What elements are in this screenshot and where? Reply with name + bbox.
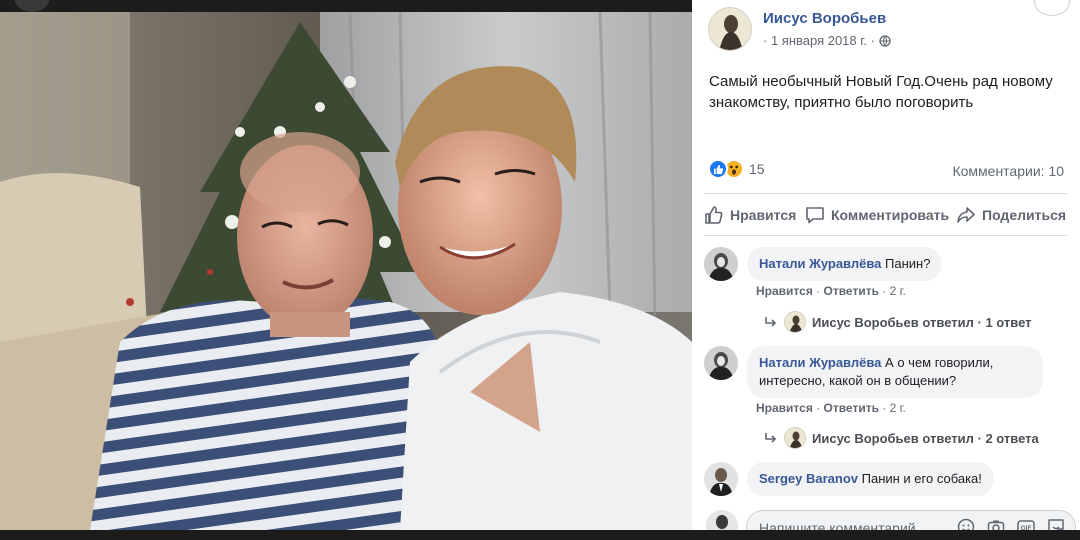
commenter-avatar[interactable] [704,247,738,281]
top-left-avatar-edge [14,0,50,12]
comment-actions: Нравится · Ответить · 2 г. [756,284,906,298]
comment-author-link[interactable]: Натали Журавлёва [759,355,881,370]
comment-reply-link[interactable]: Ответить [824,284,879,298]
comment-button[interactable]: Комментировать [805,205,949,225]
comment-bubble: Натали Журавлёва Панин? [747,247,943,281]
share-button-label: Поделиться [982,207,1067,223]
globe-icon [879,34,891,47]
comment-time[interactable]: 2 г. [890,401,906,415]
post-text: Самый необычный Новый Год.Очень рад ново… [709,73,1053,111]
comment-button-label: Комментировать [831,207,950,223]
view-replies-link[interactable]: Иисус Воробьев ответил · 1 ответ [764,311,1032,333]
reply-count: 2 ответа [985,430,1039,446]
post-meta: · 1 января 2018 г. · [763,33,891,48]
commenter-avatar[interactable] [704,346,738,380]
post-photo[interactable] [0,12,692,530]
replies-summary: Иисус Воробьев ответил · 1 ответ [812,314,1032,330]
post-panel: Иисус Воробьев · 1 января 2018 г. · Самы… [692,0,1080,540]
commenter-avatar[interactable] [704,462,738,496]
view-replies-link[interactable]: Иисус Воробьев ответил · 2 ответа [764,427,1039,449]
author-name-link[interactable]: Иисус Воробьев [763,10,886,27]
comment-bubble: Sergey Baranov Панин и его собака! [747,462,994,496]
divider [704,235,1068,236]
comments-count-link[interactable]: Комментарии: 10 [952,163,1064,179]
comment-text: Панин? [885,256,931,271]
reactions-summary[interactable]: 15 [708,159,765,179]
divider [704,193,1068,194]
comment-text-line2: интересно, какой он в общении? [759,373,957,388]
comment-text-line1: А о чем говорили, [885,355,994,370]
bottom-frame-strip [0,530,1080,540]
comment-like-link[interactable]: Нравится [756,284,813,298]
comment-icon [806,207,824,224]
reply-arrow-icon [765,433,777,443]
comment-reply-link[interactable]: Ответить [824,401,879,415]
comment-bubble: Натали Журавлёва А о чем говорили, интер… [747,346,1043,398]
share-button[interactable]: Поделиться [956,205,1066,225]
comment-like-link[interactable]: Нравится [756,401,813,415]
options-menu-button[interactable] [1034,0,1070,16]
reply-author-avatar [784,311,806,333]
author-avatar[interactable] [708,7,752,51]
reply-verb: ответил [922,430,974,446]
comment-actions: Нравится · Ответить · 2 г. [756,401,906,415]
comment-author-link[interactable]: Натали Журавлёва [759,256,881,271]
comment-time[interactable]: 2 г. [890,284,906,298]
like-icon [708,159,728,179]
share-icon [957,207,975,223]
like-button[interactable]: Нравится [704,205,796,225]
reply-verb: ответил [922,314,974,330]
replies-summary: Иисус Воробьев ответил · 2 ответа [812,430,1039,446]
post-date[interactable]: · 1 января 2018 г. · [763,33,875,48]
reaction-count: 15 [749,161,765,177]
thumbs-up-icon [705,206,723,224]
reply-author: Иисус Воробьев [812,314,919,330]
like-button-label: Нравится [730,207,797,223]
reply-count: 1 ответ [985,314,1032,330]
reply-author-avatar [784,427,806,449]
comment-author-link[interactable]: Sergey Baranov [759,471,858,486]
comment-text: Панин и его собака! [861,471,982,486]
reply-author: Иисус Воробьев [812,430,919,446]
reply-arrow-icon [765,317,777,327]
